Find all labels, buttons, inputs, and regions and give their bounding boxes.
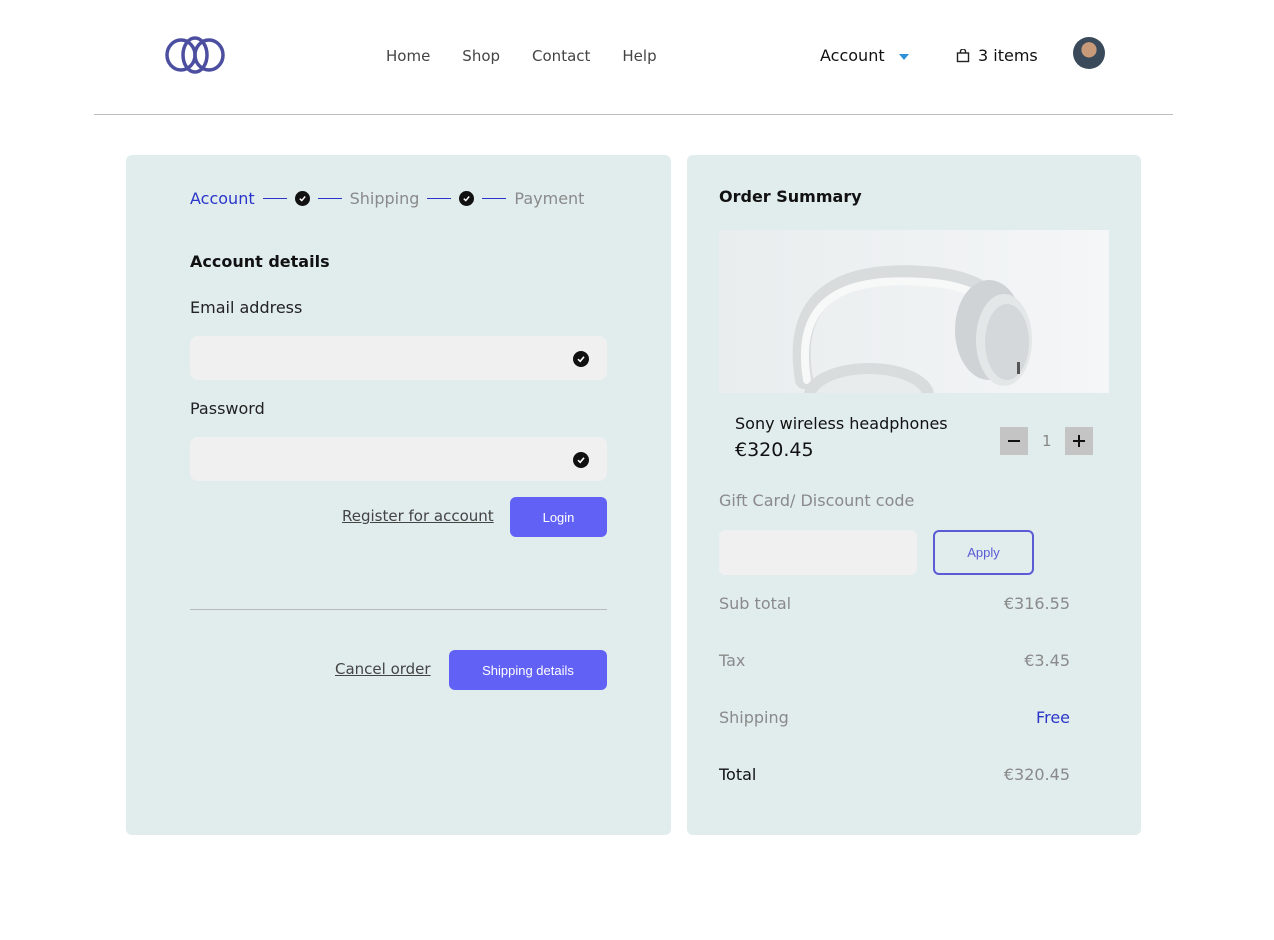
main-nav: Home Shop Contact Help (386, 47, 657, 65)
nav-home[interactable]: Home (386, 47, 430, 65)
subtotal-label: Sub total (719, 594, 792, 613)
site-header: Home Shop Contact Help Account 3 items (94, 0, 1173, 115)
login-button[interactable]: Login (510, 497, 607, 537)
minus-icon (1008, 440, 1020, 442)
check-icon (459, 191, 475, 206)
register-link[interactable]: Register for account (342, 507, 494, 525)
increase-quantity-button[interactable] (1065, 427, 1093, 455)
plus-icon (1073, 435, 1085, 447)
section-title: Account details (190, 252, 330, 271)
checkout-stepper: Account Shipping Payment (190, 189, 584, 208)
product-price: €320.45 (735, 439, 814, 461)
total-row: Total €320.45 (719, 765, 1070, 784)
account-dropdown[interactable]: Account (820, 46, 909, 65)
total-value: €320.45 (1003, 765, 1070, 784)
subtotal-row: Sub total €316.55 (719, 594, 1070, 613)
brand-logo-icon[interactable] (163, 35, 227, 75)
apply-discount-button[interactable]: Apply (933, 530, 1034, 575)
step-account[interactable]: Account (190, 189, 255, 208)
cart-count: 3 items (978, 46, 1038, 65)
check-icon (294, 191, 310, 206)
nav-shop[interactable]: Shop (462, 47, 500, 65)
password-field[interactable] (190, 437, 607, 481)
step-connector (482, 198, 507, 199)
avatar[interactable] (1073, 37, 1105, 69)
shipping-row: Shipping Free (719, 708, 1070, 727)
shopping-bag-icon (956, 48, 970, 62)
order-summary-title: Order Summary (719, 187, 862, 206)
discount-code-label: Gift Card/ Discount code (719, 491, 915, 510)
product-image (719, 230, 1109, 393)
divider (190, 609, 607, 610)
email-field[interactable] (190, 336, 607, 380)
order-summary-panel: Order Summary Sony wireless headphones €… (687, 155, 1141, 835)
decrease-quantity-button[interactable] (1000, 427, 1028, 455)
step-payment[interactable]: Payment (514, 189, 584, 208)
nav-contact[interactable]: Contact (532, 47, 590, 65)
account-dropdown-label: Account (820, 46, 885, 65)
quantity-value: 1 (1042, 432, 1052, 450)
shipping-details-button[interactable]: Shipping details (449, 650, 607, 690)
nav-help[interactable]: Help (622, 47, 656, 65)
subtotal-value: €316.55 (1003, 594, 1070, 613)
total-label: Total (719, 765, 757, 784)
cart-button[interactable]: 3 items (956, 46, 1038, 65)
password-label: Password (190, 399, 265, 418)
step-shipping[interactable]: Shipping (350, 189, 420, 208)
tax-label: Tax (719, 651, 746, 670)
tax-value: €3.45 (1024, 651, 1070, 670)
step-connector (317, 198, 342, 199)
check-icon (573, 351, 589, 367)
shipping-value: Free (1036, 708, 1070, 727)
chevron-down-icon (898, 53, 909, 60)
shipping-label: Shipping (719, 708, 789, 727)
product-name: Sony wireless headphones (735, 414, 948, 433)
step-connector (262, 198, 287, 199)
step-connector (427, 198, 452, 199)
discount-code-input[interactable] (719, 530, 917, 575)
email-label: Email address (190, 298, 303, 317)
check-icon (573, 452, 589, 468)
cancel-order-link[interactable]: Cancel order (335, 660, 431, 678)
tax-row: Tax €3.45 (719, 651, 1070, 670)
checkout-panel: Account Shipping Payment Account details… (126, 155, 671, 835)
